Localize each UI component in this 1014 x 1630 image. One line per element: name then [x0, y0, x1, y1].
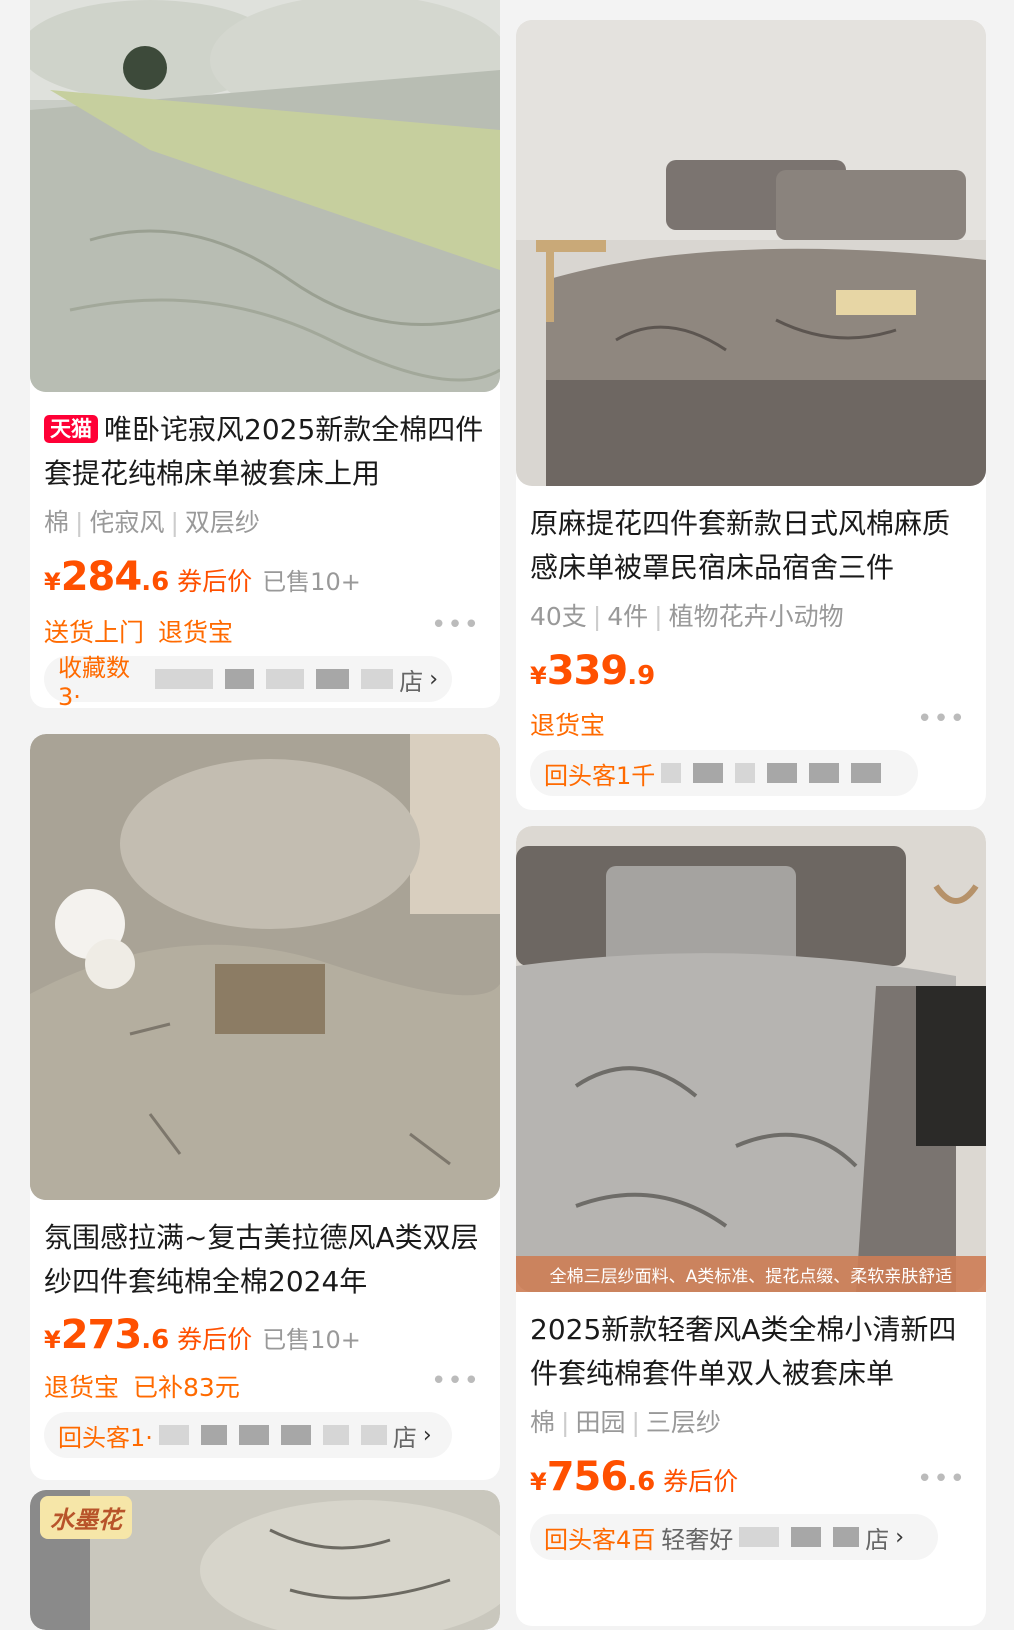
store-link[interactable]: 回头客1· 店 › [44, 1412, 452, 1458]
chevron-right-icon: › [422, 1422, 432, 1448]
product-card-4[interactable]: 全棉三层纱面料、A类标准、提花点缀、柔软亲肤舒适 2025新款轻奢风A类全棉小清… [516, 826, 986, 1626]
service-tags: 退货宝 [530, 711, 606, 740]
store-link[interactable]: 收藏数3· 店 › [44, 654, 452, 708]
product-tags: 棉 | 侘寂风 | 双层纱 [44, 508, 260, 537]
product-card-2[interactable]: 原麻提花四件套新款日式风棉麻质感床单被罩民宿床品宿舍三件 40支 | 4件 | 植物花卉… [516, 20, 986, 810]
store-link[interactable]: 回头客4百 轻奢好 店 › [530, 1514, 938, 1560]
more-icon[interactable]: ••• [431, 1366, 480, 1396]
price-row: ¥756.6 券后价 [530, 1454, 739, 1500]
product-title[interactable]: 天猫 唯卧诧寂风2025新款全棉四件套提花纯棉床单被套床上用 [44, 408, 486, 496]
price-row: ¥273.6 券后价 已售10+ [44, 1312, 361, 1358]
product-tags: 棉 | 田园 | 三层纱 [530, 1408, 721, 1437]
product-title[interactable]: 原麻提花四件套新款日式风棉麻质感床单被罩民宿床品宿舍三件 [530, 502, 972, 590]
ink-flower-tag: 水墨花 [40, 1496, 132, 1539]
product-tags: 40支 | 4件 | 植物花卉小动物 [530, 602, 844, 631]
tmall-badge: 天猫 [44, 415, 98, 443]
product-image-4[interactable] [516, 826, 986, 1292]
more-icon[interactable]: ••• [917, 1464, 966, 1494]
more-icon[interactable]: ••• [431, 610, 480, 640]
product-image-1[interactable] [30, 0, 500, 392]
chevron-right-icon: › [429, 666, 438, 692]
chevron-right-icon: › [895, 1524, 905, 1550]
product-title[interactable]: 2025新款轻奢风A类全棉小清新四件套纯棉套件单双人被套床单 [530, 1308, 972, 1396]
price-row: ¥284.6 券后价 已售10+ [44, 554, 361, 600]
product-banner: 全棉三层纱面料、A类标准、提花点缀、柔软亲肤舒适 [516, 1256, 986, 1292]
product-image-2[interactable] [516, 20, 986, 486]
service-tags: 退货宝 已补83元 [44, 1373, 240, 1402]
product-image-3[interactable] [30, 734, 500, 1200]
price-row: ¥339.9 [530, 648, 656, 694]
product-card-1[interactable]: 天猫 唯卧诧寂风2025新款全棉四件套提花纯棉床单被套床上用 棉 | 侘寂风 | 双层纱 … [30, 0, 500, 708]
product-title[interactable]: 氛围感拉满~复古美拉德风A类双层纱四件套纯棉全棉2024年 [44, 1216, 486, 1304]
service-tags: 送货上门 退货宝 [44, 618, 234, 647]
product-card-3[interactable]: 氛围感拉满~复古美拉德风A类双层纱四件套纯棉全棉2024年 ¥273.6 券后价已… [30, 734, 500, 1480]
store-link[interactable]: 回头客1千 [530, 750, 918, 796]
more-icon[interactable]: ••• [917, 704, 966, 734]
